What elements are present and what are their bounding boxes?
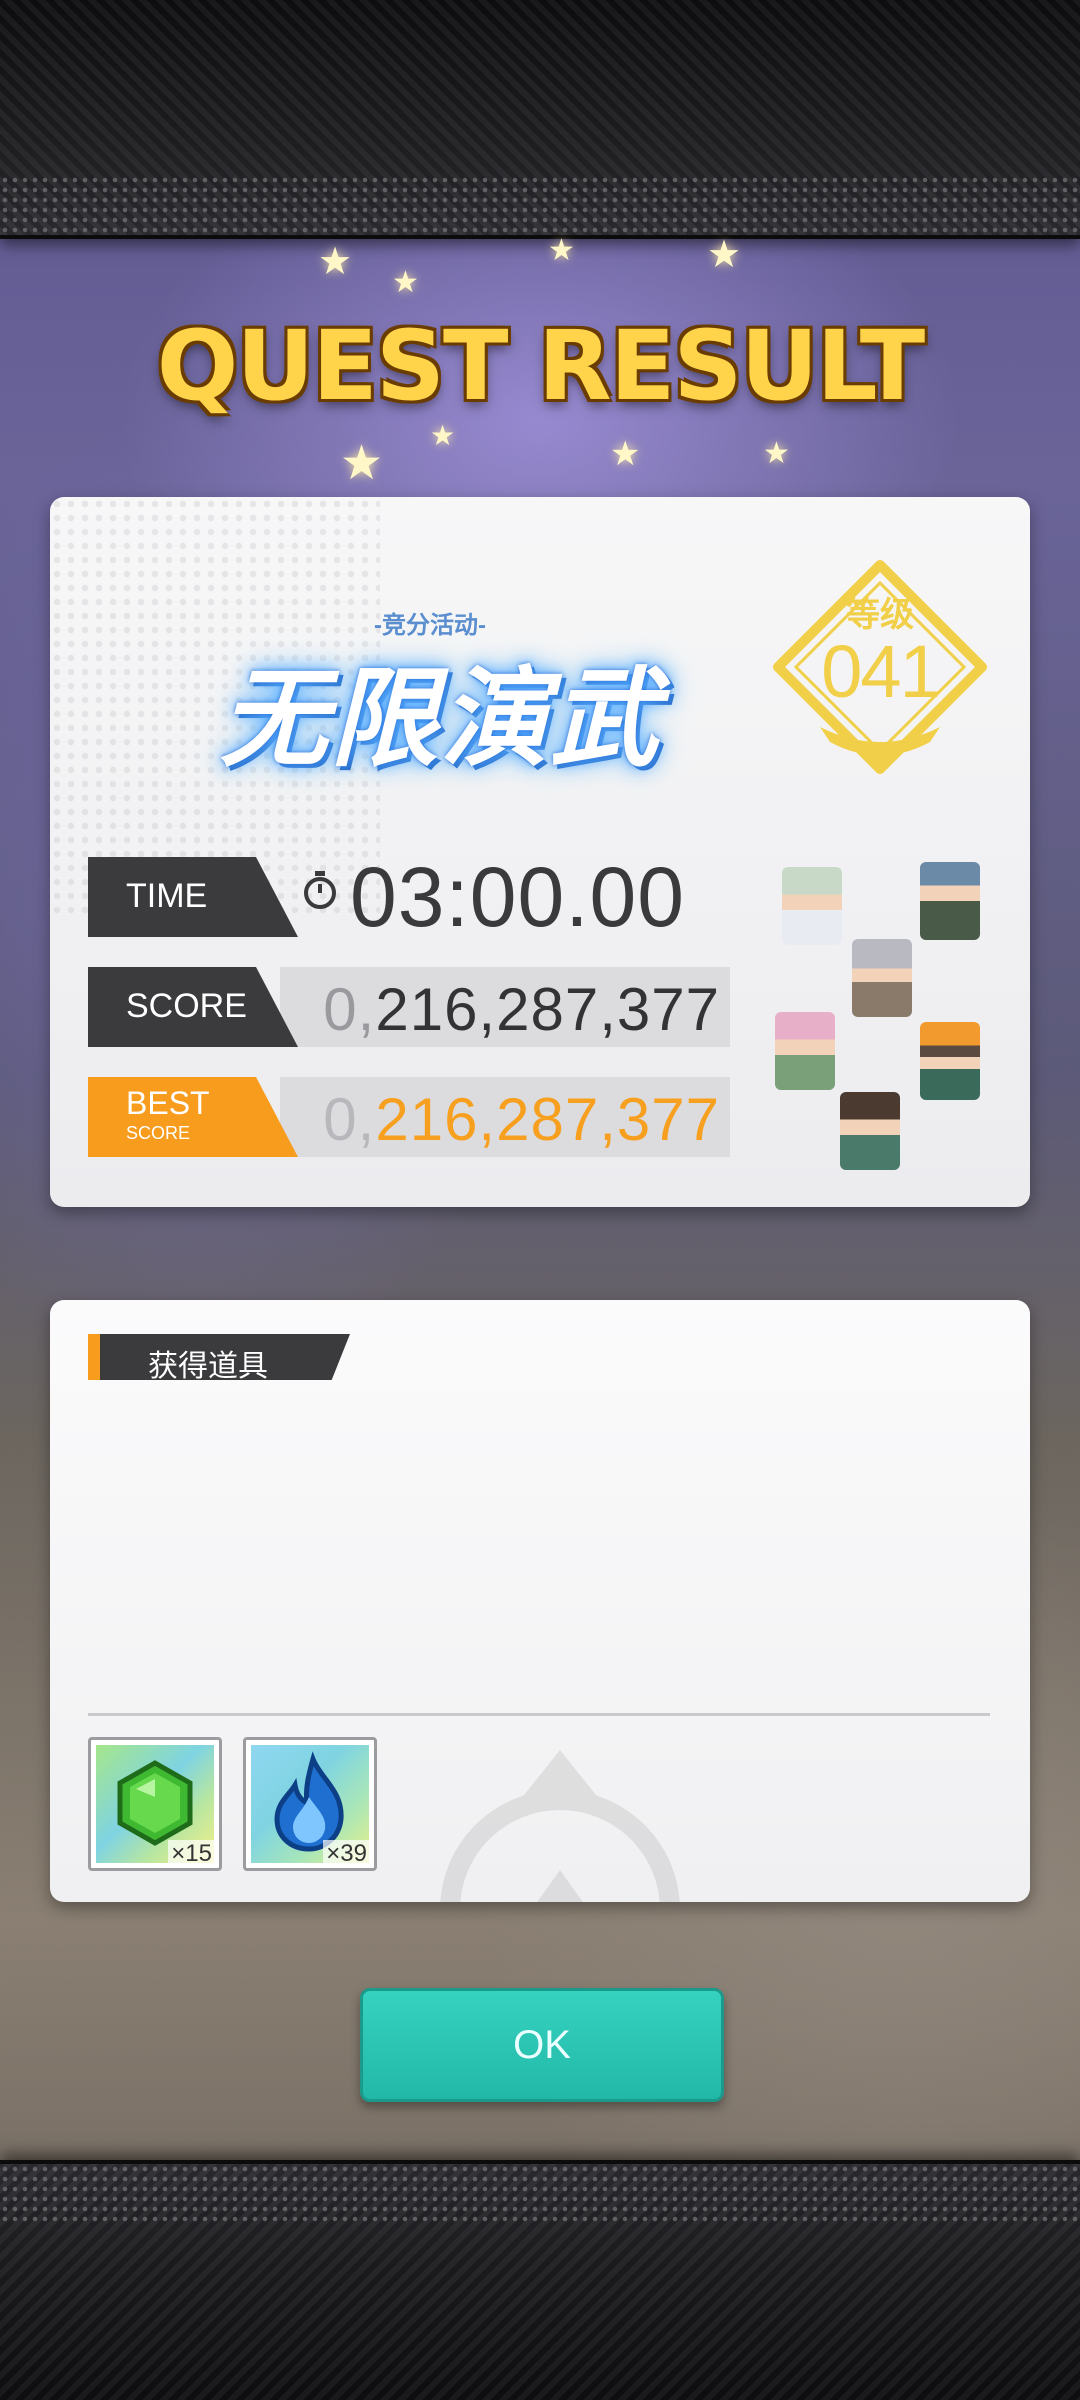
star-decoration-icon: ★ bbox=[340, 437, 384, 490]
reward-item-gem[interactable]: ×15 bbox=[88, 1737, 222, 1871]
star-decoration-icon: ★ bbox=[610, 435, 641, 473]
item-count: ×15 bbox=[168, 1840, 215, 1868]
star-decoration-icon: ★ bbox=[548, 234, 575, 267]
best-label: BEST bbox=[126, 1085, 210, 1121]
best-sublabel: SCORE bbox=[126, 1123, 191, 1143]
event-logo: 无限演武 bbox=[219, 657, 660, 782]
rank-badge: 等级 041 bbox=[770, 557, 990, 787]
page-title: QUEST RESULT bbox=[156, 310, 926, 422]
item-count: ×39 bbox=[323, 1840, 370, 1868]
character-sprite bbox=[920, 1022, 980, 1100]
stopwatch-icon bbox=[304, 871, 336, 909]
top-frame-band bbox=[0, 0, 1080, 239]
score-digits: 216,287,377 bbox=[375, 976, 720, 1043]
star-decoration-icon: ★ bbox=[430, 420, 456, 451]
character-sprite bbox=[920, 862, 980, 940]
score-pad: 0, bbox=[323, 976, 376, 1043]
party-characters bbox=[770, 857, 1020, 1177]
bottom-frame-band bbox=[0, 2160, 1080, 2400]
best-pad: 0, bbox=[323, 1086, 376, 1153]
reward-item-flame[interactable]: ×39 bbox=[243, 1737, 377, 1871]
divider bbox=[88, 1713, 990, 1716]
rank-value: 041 bbox=[821, 630, 940, 713]
watermark-emblem-icon bbox=[440, 1750, 680, 1902]
time-value: 03:00.00 bbox=[350, 850, 685, 944]
star-decoration-icon: ★ bbox=[318, 241, 353, 283]
character-sprite bbox=[840, 1092, 900, 1170]
items-panel: 获得道具 ×15 ×39 bbox=[50, 1300, 1030, 1902]
time-label: TIME bbox=[126, 877, 208, 915]
items-header-label: 获得道具 bbox=[148, 1350, 268, 1383]
score-label: SCORE bbox=[126, 987, 247, 1025]
items-header: 获得道具 bbox=[88, 1334, 350, 1380]
best-digits: 216,287,377 bbox=[375, 1086, 720, 1153]
best-score-value: 0,216,287,377 bbox=[323, 1085, 720, 1154]
best-tag: BEST SCORE bbox=[88, 1077, 298, 1157]
quest-result-screen: ★ ★ ★ ★ ★ ★ ★ ★ QUEST RESULT -竞分活动- 无限演武… bbox=[0, 0, 1080, 2400]
character-sprite bbox=[852, 939, 912, 1017]
star-decoration-icon: ★ bbox=[392, 266, 419, 299]
star-decoration-icon: ★ bbox=[707, 234, 742, 276]
score-tag: SCORE bbox=[88, 967, 298, 1047]
star-decoration-icon: ★ bbox=[763, 437, 790, 470]
character-sprite bbox=[775, 1012, 835, 1090]
result-panel: -竞分活动- 无限演武 等级 041 TIME 03:00.00 SCORE 0… bbox=[50, 497, 1030, 1207]
character-sprite bbox=[782, 867, 842, 945]
score-value: 0,216,287,377 bbox=[323, 975, 720, 1044]
ok-button[interactable]: OK bbox=[360, 1988, 724, 2102]
